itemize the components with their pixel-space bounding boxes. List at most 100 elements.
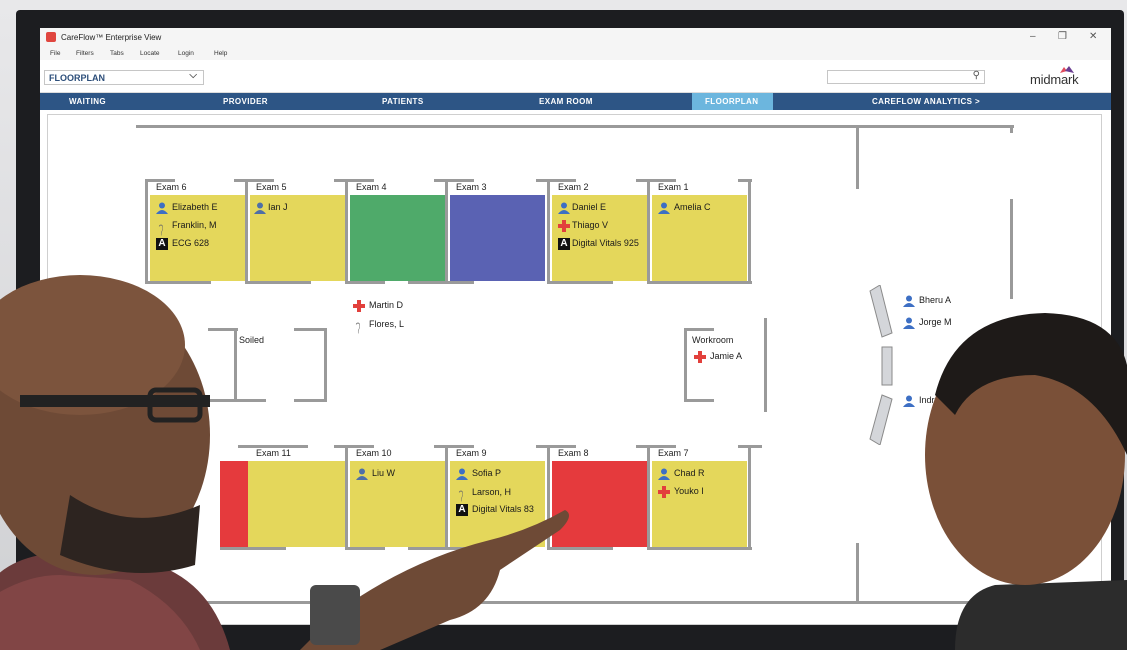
patient-name[interactable]: Sofia P — [472, 468, 501, 478]
wall — [856, 543, 859, 603]
main-nav: WAITING PROVIDER PATIENTS EXAM ROOM FLOO… — [40, 93, 1111, 110]
toolbar: FLOORPLAN ⌵ ⚲ midmark — [40, 60, 1111, 93]
search-icon[interactable]: ⚲ — [973, 70, 980, 81]
wall — [684, 328, 714, 331]
menu-help[interactable]: Help — [214, 50, 227, 57]
minimize-icon[interactable]: – — [1030, 31, 1036, 42]
wall — [334, 445, 374, 448]
asset-name[interactable]: Digital Vitals 925 — [572, 238, 639, 248]
person-icon — [903, 295, 915, 307]
wall — [547, 281, 613, 284]
wall — [245, 179, 248, 283]
wall — [434, 445, 474, 448]
patient-name[interactable]: Bheru A — [919, 295, 951, 305]
provider-name[interactable]: Flores, L — [369, 319, 404, 329]
patient-name[interactable]: Daniel E — [572, 202, 606, 212]
room-exam-5[interactable]: Exam 5 Ian J — [250, 182, 345, 281]
person-icon — [903, 395, 915, 407]
wall — [1010, 125, 1013, 133]
medical-cross-icon — [658, 486, 670, 498]
wall — [536, 445, 576, 448]
menu-bar: File Filters Tabs Locate Login Help — [40, 47, 1111, 60]
room-label: Exam 3 — [456, 182, 487, 192]
patient-name[interactable]: Chad R — [674, 468, 705, 478]
title-bar: CareFlow™ Enterprise View – ❐ ✕ — [40, 28, 1111, 47]
close-icon[interactable]: ✕ — [1089, 31, 1097, 42]
wall — [345, 179, 348, 283]
patient-name[interactable]: Liu W — [372, 468, 395, 478]
view-dropdown[interactable]: FLOORPLAN ⌵ — [44, 70, 204, 85]
room-exam-6[interactable]: Exam 6 Elizabeth E ᭢ Franklin, M A ECG 6… — [150, 182, 245, 281]
wall — [647, 445, 650, 549]
wall — [748, 179, 751, 283]
wall — [334, 179, 374, 182]
wall — [748, 445, 751, 549]
staff-name[interactable]: Martin D — [369, 300, 403, 310]
tab-exam-room[interactable]: EXAM ROOM — [539, 97, 593, 106]
room-exam-4[interactable]: Exam 4 — [350, 182, 445, 281]
person-icon — [156, 202, 168, 214]
menu-file[interactable]: File — [50, 50, 60, 57]
room-label: Exam 4 — [356, 182, 387, 192]
medical-cross-icon — [558, 220, 570, 232]
room-label: Exam 8 — [558, 448, 589, 458]
room-label: Exam 9 — [456, 448, 487, 458]
room-label: Exam 10 — [356, 448, 392, 458]
provider-name[interactable]: Larson, H — [472, 487, 511, 497]
provider-name[interactable]: Franklin, M — [172, 220, 217, 230]
patient-name[interactable]: Amelia C — [674, 202, 711, 212]
menu-tabs[interactable]: Tabs — [110, 50, 124, 57]
window-title: CareFlow™ Enterprise View — [61, 33, 162, 42]
person-icon — [903, 317, 915, 329]
staff-name[interactable]: Thiago V — [572, 220, 608, 230]
room-label: Exam 1 — [658, 182, 689, 192]
menu-locate[interactable]: Locate — [140, 50, 160, 57]
medical-cross-icon — [694, 351, 706, 363]
patient-name[interactable]: Ian J — [268, 202, 288, 212]
wall — [245, 281, 311, 284]
room-label: Exam 2 — [558, 182, 589, 192]
tab-careflow-analytics[interactable]: CAREFLOW ANALYTICS > — [872, 97, 980, 106]
patient-name[interactable]: Elizabeth E — [172, 202, 218, 212]
wall — [234, 328, 237, 402]
room-exam-1[interactable]: Exam 1 Amelia C — [652, 182, 747, 281]
workroom-label: Workroom — [692, 335, 734, 345]
wall — [536, 179, 576, 182]
person-icon — [558, 202, 570, 214]
room-label: Exam 5 — [256, 182, 287, 192]
wall — [294, 399, 326, 402]
room-exam-2[interactable]: Exam 2 Daniel E Thiago V A Digital Vital… — [552, 182, 647, 281]
asset-name[interactable]: ECG 628 — [172, 238, 209, 248]
room-exam-3[interactable]: Exam 3 — [450, 182, 545, 281]
wall — [145, 179, 175, 182]
restore-icon[interactable]: ❐ — [1058, 31, 1067, 42]
person-icon — [658, 468, 670, 480]
tab-floorplan[interactable]: FLOORPLAN — [705, 97, 758, 106]
search-input[interactable]: ⚲ — [827, 70, 985, 84]
wall — [234, 179, 274, 182]
wall — [636, 445, 676, 448]
room-exam-7[interactable]: Exam 7 Chad R Youko I — [652, 448, 747, 547]
wall — [684, 399, 714, 402]
wall — [856, 125, 859, 189]
view-dropdown-value: FLOORPLAN — [49, 73, 105, 83]
wall — [684, 328, 687, 402]
person-right-photo — [925, 313, 1127, 650]
brand-name: midmark — [1030, 72, 1079, 87]
asset-a-icon: A — [558, 238, 570, 250]
menu-login[interactable]: Login — [178, 50, 194, 57]
tab-patients[interactable]: PATIENTS — [382, 97, 424, 106]
room-label: Exam 6 — [156, 182, 187, 192]
wall — [547, 179, 550, 283]
tab-waiting[interactable]: WAITING — [69, 97, 106, 106]
staff-name[interactable]: Jamie A — [710, 351, 742, 361]
app-icon — [46, 32, 56, 42]
wall — [647, 281, 752, 284]
staff-name[interactable]: Youko I — [674, 486, 704, 496]
tab-provider[interactable]: PROVIDER — [223, 97, 268, 106]
menu-filters[interactable]: Filters — [76, 50, 94, 57]
person-icon — [456, 468, 468, 480]
person-icon — [658, 202, 670, 214]
wall — [136, 125, 1014, 128]
medical-cross-icon — [353, 300, 365, 312]
